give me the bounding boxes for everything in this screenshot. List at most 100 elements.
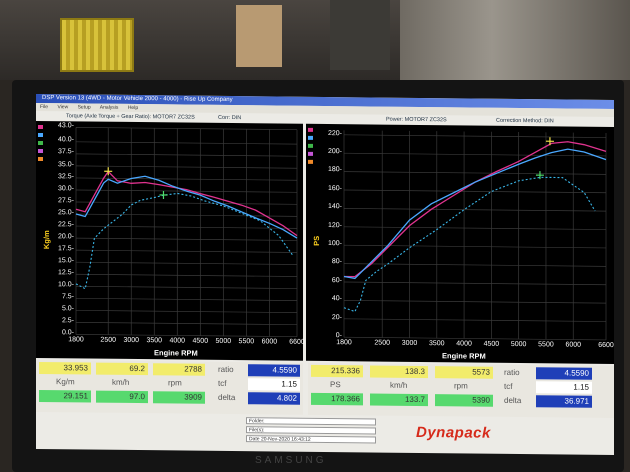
yellow-crate [60, 18, 134, 72]
series-line-solid-pink [344, 141, 607, 278]
y-tick-label: 7.5- [61, 293, 74, 301]
left-ratio-value: 4.5590 [248, 364, 300, 377]
y-tick-label: 35.0- [58, 160, 74, 168]
right-delta-label: delta [504, 395, 522, 406]
y-gridline [344, 244, 606, 249]
dynapack-logo: Dynapack [416, 423, 491, 442]
files-field[interactable]: File(s): [246, 426, 376, 435]
torque-chart-corr: Corr: DIN [218, 114, 242, 122]
cardboard-box [236, 5, 282, 67]
metal-stand [400, 0, 630, 80]
cursor-marker-green[interactable] [535, 171, 544, 180]
right-tcf-value: 1.15 [536, 381, 592, 394]
y-tick-label: 100- [327, 240, 342, 248]
right-delta-value: 36.971 [536, 395, 592, 408]
y-tick-label: 17.5- [58, 244, 74, 253]
left-unit-rpm: rpm [168, 378, 182, 388]
right-ratio-label: ratio [504, 367, 520, 378]
legend-swatch-pink [308, 127, 313, 132]
menu-view[interactable]: View [57, 104, 68, 110]
left-delta-value: 4.802 [248, 392, 300, 405]
y-tick-label: 0.0- [61, 329, 74, 337]
y-gridline [76, 127, 297, 131]
left-unit-kmh: km/h [112, 377, 130, 387]
shelf-rack [330, 0, 390, 70]
monitor-brand: SAMSUNG [255, 455, 327, 466]
y-tick-label: 80- [331, 258, 342, 266]
torque-chart[interactable]: Kg/m Engine RPM 1800 2500 3000 3500 4000 4500… [36, 120, 305, 361]
x-tick-label: 4000 [456, 340, 472, 348]
y-gridline [76, 165, 297, 169]
y-tick-label: 220- [327, 129, 342, 137]
y-tick-label: 20- [331, 313, 342, 321]
menu-analysis[interactable]: Analysis [100, 105, 119, 111]
y-tick-label: 2.5- [61, 317, 74, 325]
y-gridline [344, 152, 606, 157]
y-gridline [344, 171, 606, 175]
folder-field[interactable]: Folder: [246, 417, 376, 426]
left-yellow-rpm: 2788 [153, 363, 205, 376]
y-tick-label: 40.0- [58, 136, 74, 144]
y-gridline [76, 225, 297, 229]
legend-swatch-green [38, 140, 43, 146]
y-gridline [76, 141, 297, 145]
legend-swatch-blue [38, 132, 43, 138]
y-tick-label: 32.5- [58, 172, 74, 180]
y-gridline [344, 134, 606, 138]
y-gridline [76, 285, 297, 289]
date-field: Date 20-Nov-2020 16:43:12 [246, 435, 376, 444]
y-gridline [344, 189, 606, 194]
legend-swatch-blue [308, 135, 313, 140]
right-yellow-speed: 138.3 [370, 365, 428, 379]
y-gridline [76, 249, 297, 253]
y-tick-label: 10.0- [58, 281, 74, 289]
power-chart[interactable]: PS Engine RPM 1800 2500 3000 3500 4000 4500 50… [306, 123, 614, 365]
y-tick-label: 40- [331, 295, 342, 303]
left-tcf-label: tcf [218, 378, 227, 388]
y-gridline [76, 201, 297, 205]
y-tick-label: 140- [327, 203, 342, 211]
x-tick-label: 3500 [428, 340, 445, 348]
left-green-rpm: 3909 [153, 391, 205, 404]
cursor-marker-yellow[interactable] [545, 137, 554, 146]
menu-help[interactable]: Help [128, 105, 138, 111]
left-tcf-value: 1.15 [248, 378, 300, 391]
plot-left-svg [75, 127, 298, 338]
x-tick-label: 5500 [538, 341, 554, 349]
y-gridline [76, 309, 297, 313]
y-tick-label: 27.5- [58, 196, 74, 204]
y-gridline [344, 300, 606, 304]
right-green-speed: 133.7 [370, 393, 428, 407]
y-tick-label: 60- [331, 276, 342, 284]
x-tick-label: 3000 [401, 339, 418, 347]
y-tick-label: 43.0- [58, 122, 74, 130]
y-gridline [76, 297, 297, 301]
x-tick-label: 4500 [483, 340, 500, 348]
torque-readout-panel: 33.953 69.2 2788 Kg/m km/h rpm 29.151 97… [36, 359, 303, 415]
y-tick-label: 22.5- [58, 220, 74, 229]
y-tick-label: 160- [327, 184, 342, 192]
right-unit-kmh: km/h [390, 380, 408, 390]
legend-swatch-purple [308, 151, 313, 156]
y-gridline [344, 226, 606, 230]
y-tick-label: 12.5- [58, 269, 74, 277]
menu-setup[interactable]: Setup [78, 104, 91, 110]
y-gridline [76, 261, 297, 265]
legend-swatch-green [308, 143, 313, 148]
torque-x-axis-title: Engine RPM [154, 348, 198, 358]
y-tick-label: 15.0- [58, 256, 74, 265]
cursor-marker-green[interactable] [159, 190, 168, 199]
menu-file[interactable]: File [40, 104, 48, 110]
legend-swatch-pink [38, 124, 43, 130]
series-line-dashed-blue [343, 176, 596, 313]
y-gridline [344, 318, 606, 322]
y-gridline [344, 281, 606, 286]
left-yellow-torque: 33.953 [39, 362, 91, 375]
series-line-solid-blue [75, 175, 298, 239]
right-tcf-label: tcf [504, 381, 513, 391]
y-gridline [76, 237, 297, 241]
power-readout-panel: 215.336 138.3 5573 PS km/h rpm 178.366 1… [308, 362, 614, 419]
y-tick-label: 30.0- [58, 184, 74, 192]
right-ratio-value: 4.5590 [536, 367, 592, 380]
y-tick-label: 20.0- [58, 232, 74, 241]
